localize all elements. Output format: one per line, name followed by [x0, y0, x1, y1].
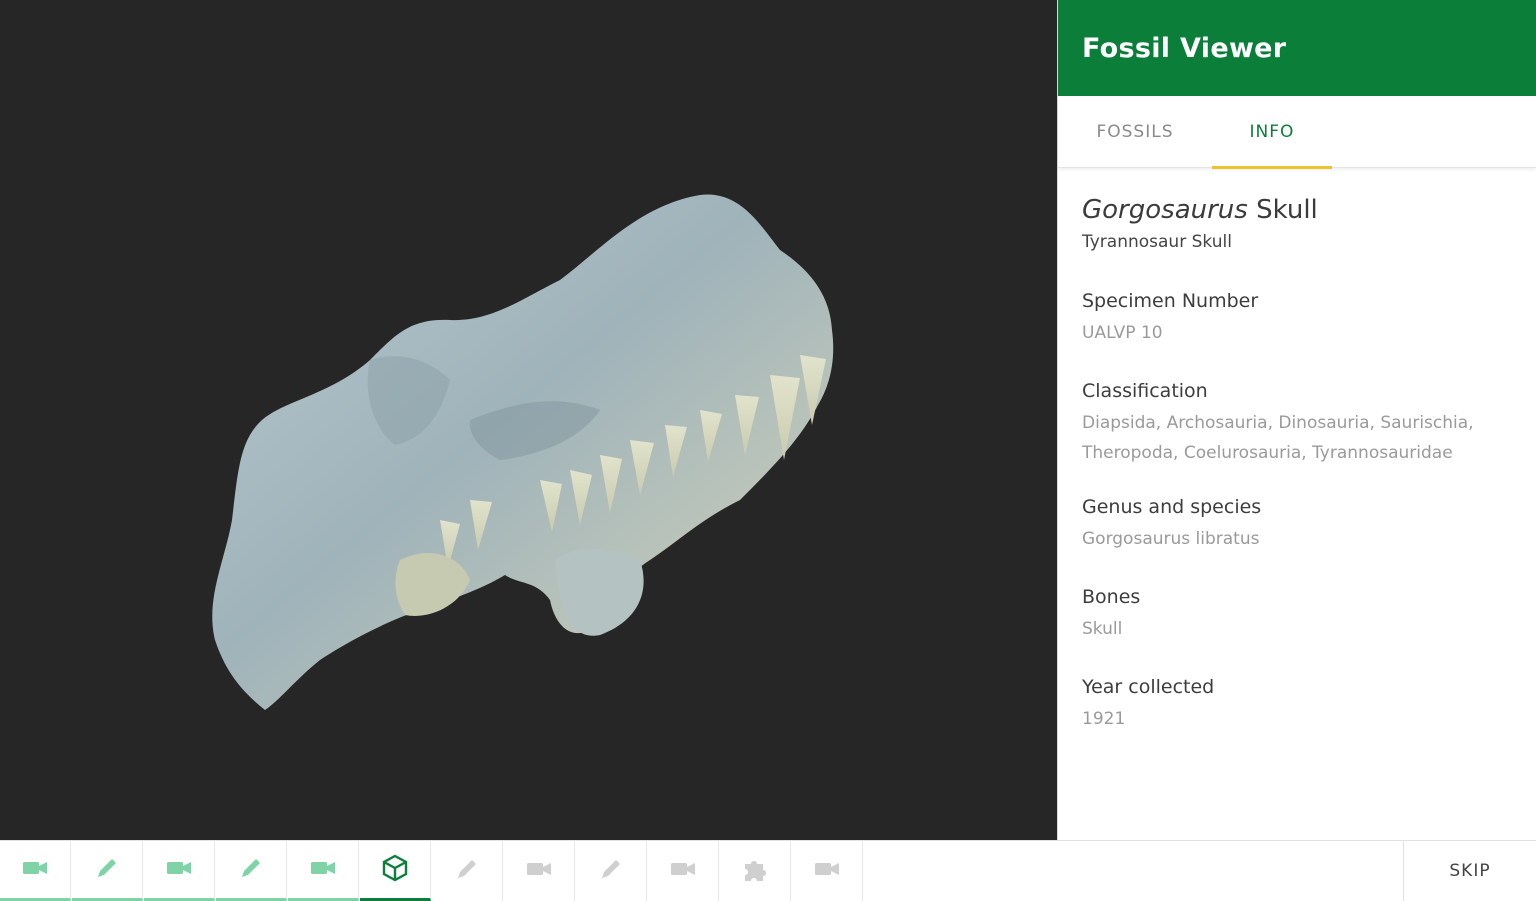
video-camera-icon — [668, 854, 698, 888]
specimen-title-rest: Skull — [1247, 195, 1318, 225]
field-value: UALVP 10 — [1082, 323, 1163, 343]
step-4-button[interactable] — [216, 841, 287, 901]
model-viewport[interactable] — [0, 0, 1057, 840]
step-9-button[interactable] — [576, 841, 647, 901]
video-camera-icon — [308, 853, 338, 887]
step-navigation-bar: SKIP — [0, 840, 1536, 901]
field-label: Specimen Number — [1082, 290, 1259, 312]
field-genus-species: Genus and species Gorgosaurus libratus — [1082, 494, 1512, 554]
field-label: Bones — [1082, 586, 1141, 608]
field-label: Genus and species — [1082, 496, 1262, 518]
tab-bar: FOSSILS INFO — [1058, 96, 1536, 169]
puzzle-piece-icon — [740, 854, 770, 888]
step-12-button[interactable] — [792, 841, 863, 901]
step-2-button[interactable] — [72, 841, 143, 901]
skip-button[interactable]: SKIP — [1403, 841, 1536, 901]
specimen-subtitle: Tyrannosaur Skull — [1082, 232, 1232, 252]
app-title: Fossil Viewer — [1082, 32, 1287, 64]
specimen-title: Gorgosaurus Skull — [1082, 194, 1512, 226]
field-value: Diapsida, Archosauria, Dinosauria, Sauri… — [1082, 413, 1474, 463]
pencil-icon — [452, 854, 482, 888]
app-header: Fossil Viewer — [1058, 0, 1536, 96]
cube-icon — [380, 853, 410, 887]
info-panel: Fossil Viewer FOSSILS INFO Gorgosaurus S… — [1057, 0, 1536, 840]
step-5-button[interactable] — [288, 841, 359, 901]
step-7-button[interactable] — [432, 841, 503, 901]
step-10-button[interactable] — [648, 841, 719, 901]
step-8-button[interactable] — [504, 841, 575, 901]
step-3-button[interactable] — [144, 841, 215, 901]
step-6-button[interactable] — [360, 841, 431, 901]
video-camera-icon — [164, 853, 194, 887]
field-value: 1921 — [1082, 709, 1126, 729]
pencil-icon — [596, 854, 626, 888]
skull-model[interactable] — [0, 0, 1057, 840]
video-camera-icon — [812, 854, 842, 888]
video-camera-icon — [524, 854, 554, 888]
field-label: Classification — [1082, 380, 1208, 402]
step-1-button[interactable] — [0, 841, 71, 901]
specimen-info: Gorgosaurus Skull Tyrannosaur Skull Spec… — [1058, 168, 1536, 734]
field-bones: Bones Skull — [1082, 584, 1512, 644]
video-camera-icon — [20, 853, 50, 887]
field-classification: Classification Diapsida, Archosauria, Di… — [1082, 378, 1512, 468]
field-label: Year collected — [1082, 676, 1215, 698]
specimen-title-genus: Gorgosaurus — [1082, 195, 1248, 225]
field-specimen-number: Specimen Number UALVP 10 — [1082, 288, 1512, 348]
field-value: Gorgosaurus libratus — [1082, 529, 1260, 549]
pencil-icon — [92, 853, 122, 887]
field-value: Skull — [1082, 619, 1123, 639]
tab-info[interactable]: INFO — [1212, 96, 1332, 169]
pencil-icon — [236, 853, 266, 887]
step-11-button[interactable] — [720, 841, 791, 901]
field-year-collected: Year collected 1921 — [1082, 674, 1512, 734]
tab-fossils[interactable]: FOSSILS — [1058, 96, 1212, 168]
